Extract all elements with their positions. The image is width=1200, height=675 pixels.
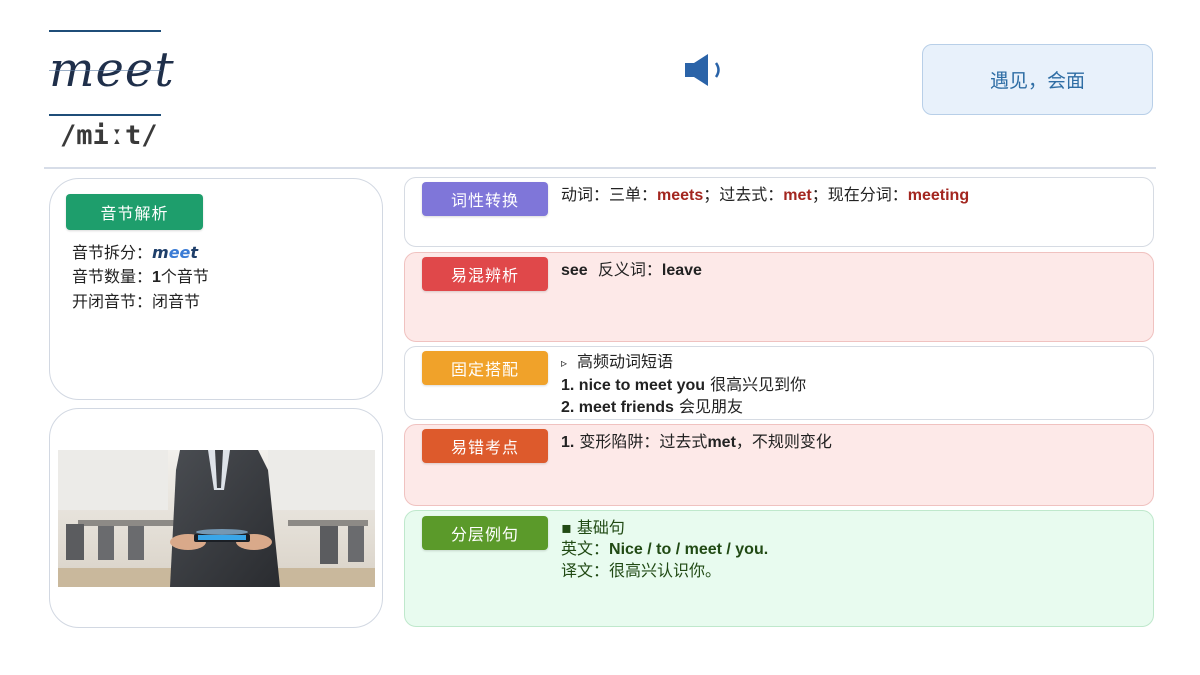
- examples-row: 分层例句 ▪ 基础句 英文：Nice / to / meet / you. 译文…: [404, 510, 1154, 627]
- syllable-details: 音节拆分：meet 音节数量：1个音节 开闭音节：闭音节: [72, 241, 209, 314]
- image-card: [49, 408, 383, 628]
- pos-row: 词性转换 动词：三单：meets；过去式：met；现在分词：meeting: [404, 177, 1154, 247]
- syllable-split-word: meet: [152, 243, 199, 262]
- businessman-tablet-photo: [58, 450, 375, 587]
- pitfall-content: 1. 变形陷阱：过去式met，不规则变化: [561, 432, 832, 451]
- speaker-icon[interactable]: [684, 52, 728, 88]
- collocation-content: ▹ 高频动词短语 1. nice to meet you 很高兴见到你 2. me…: [561, 351, 1143, 418]
- collocation-heading: ▹ 高频动词短语: [561, 352, 674, 371]
- examples-level: ▪ 基础句: [561, 518, 625, 537]
- meaning-text: 遇见，会面: [989, 70, 1085, 92]
- pitfall-row: 易错考点 1. 变形陷阱：过去式met，不规则变化: [404, 424, 1154, 506]
- examples-english: 英文：Nice / to / meet / you.: [561, 539, 769, 558]
- collocation-item-1: 1. nice to meet you 很高兴见到你: [561, 375, 807, 394]
- confusion-row: 易混辨析 see 反义词：leave: [404, 252, 1154, 342]
- phonetic-text: /miːt/: [60, 120, 158, 151]
- collocation-row: 固定搭配 ▹ 高频动词短语 1. nice to meet you 很高兴见到你 …: [404, 346, 1154, 420]
- confusion-tag: 易混辨析: [422, 257, 548, 291]
- word-block: meet: [49, 30, 175, 116]
- word-bottom-rule: [49, 114, 161, 116]
- pitfall-tag: 易错考点: [422, 429, 548, 463]
- examples-tag: 分层例句: [422, 516, 548, 550]
- examples-content: ▪ 基础句 英文：Nice / to / meet / you. 译文：很高兴认…: [561, 517, 1143, 581]
- syllable-open-close-line: 开闭音节：闭音节: [72, 292, 201, 311]
- syllable-card: 音节解析 音节拆分：meet 音节数量：1个音节 开闭音节：闭音节: [49, 178, 383, 400]
- word-title: meet: [49, 42, 175, 98]
- meaning-box: 遇见，会面: [922, 44, 1153, 115]
- syllable-split-line: 音节拆分：meet: [72, 243, 199, 262]
- word-midline: [49, 70, 161, 71]
- triangle-bullet-icon: ▹: [561, 356, 568, 370]
- syllable-tag: 音节解析: [66, 194, 203, 230]
- word-top-rule: [49, 30, 161, 32]
- confusion-content: see 反义词：leave: [561, 260, 702, 279]
- syllable-count-line: 音节数量：1个音节: [72, 267, 209, 286]
- pos-tag: 词性转换: [422, 182, 548, 216]
- collocation-item-2: 2. meet friends 会见朋友: [561, 397, 744, 416]
- collocation-tag: 固定搭配: [422, 351, 548, 385]
- header-divider: [44, 167, 1156, 169]
- examples-chinese: 译文：很高兴认识你。: [561, 561, 722, 580]
- pos-content: 动词：三单：meets；过去式：met；现在分词：meeting: [561, 185, 970, 204]
